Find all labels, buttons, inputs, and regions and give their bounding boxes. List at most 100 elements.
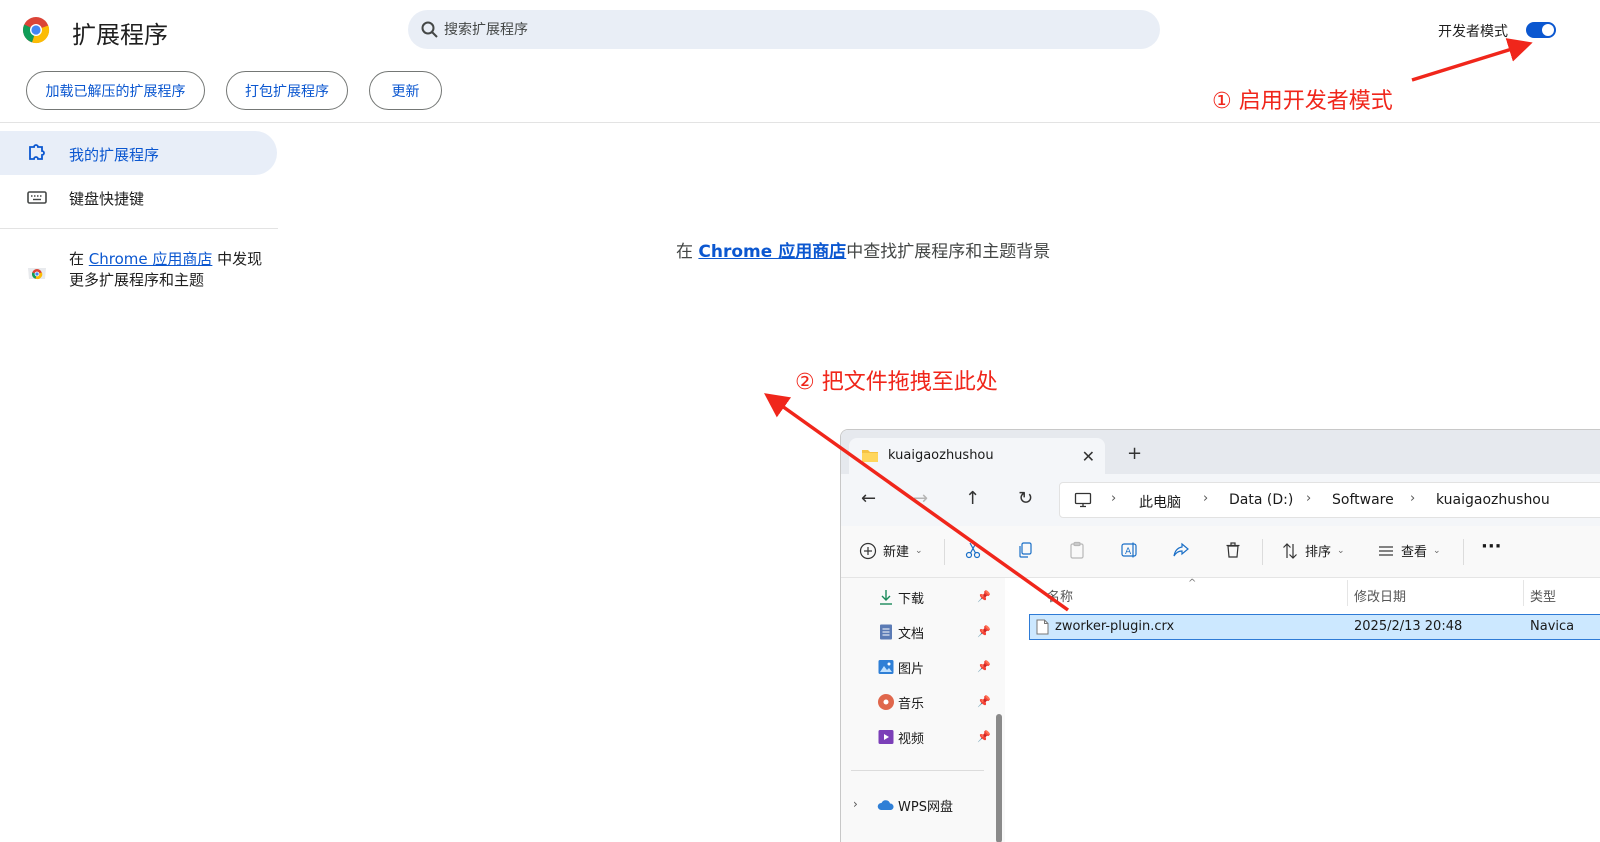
close-icon[interactable]: ✕ xyxy=(1082,447,1095,466)
nav-divider xyxy=(851,770,984,771)
explorer-tab[interactable]: kuaigaozhushou ✕ xyxy=(849,438,1105,474)
file-row[interactable]: zworker-plugin.crx 2025/2/13 20:48 Navic… xyxy=(1029,614,1600,640)
breadcrumb-current-folder[interactable]: kuaigaozhushou xyxy=(1436,492,1550,508)
chevron-right-icon: › xyxy=(1306,491,1312,506)
nav-item-music[interactable]: 音乐 xyxy=(877,691,924,713)
nav-item-wps-cloud[interactable]: WPS网盘 xyxy=(877,794,953,816)
sort-button[interactable]: 排序 ⌄ xyxy=(1281,541,1345,560)
pin-icon[interactable]: 📌 xyxy=(977,695,991,708)
sort-icon xyxy=(1283,542,1297,559)
nav-label: 音乐 xyxy=(898,696,925,712)
computer-icon xyxy=(1074,492,1092,508)
document-icon xyxy=(880,624,892,640)
plus-circle-icon xyxy=(859,542,877,559)
column-header-modified[interactable]: 修改日期 xyxy=(1354,586,1406,605)
breadcrumb-drive[interactable]: Data (D:) xyxy=(1229,492,1293,508)
pin-icon[interactable]: 📌 xyxy=(977,730,991,743)
cut-button[interactable] xyxy=(964,541,982,559)
chevron-down-icon: ⌄ xyxy=(915,545,923,556)
address-bar[interactable]: › 此电脑 › Data (D:) › Software › kuaigaozh… xyxy=(1059,482,1600,518)
paste-button[interactable] xyxy=(1068,541,1086,559)
column-separator xyxy=(1523,580,1524,606)
view-button[interactable]: 查看 ⌄ xyxy=(1377,541,1441,560)
tab-title: kuaigaozhushou xyxy=(888,448,994,463)
chevron-down-icon: ⌄ xyxy=(1337,545,1345,556)
dev-mode-label: 开发者模式 xyxy=(1438,24,1508,40)
rename-button[interactable]: A xyxy=(1120,541,1138,559)
breadcrumb-software[interactable]: Software xyxy=(1332,492,1394,508)
file-explorer-window: kuaigaozhushou ✕ + ← → ↑ ↻ › 此电脑 › Data … xyxy=(840,429,1600,842)
chevron-right-icon: › xyxy=(1111,491,1117,506)
nav-label: WPS网盘 xyxy=(898,799,953,815)
share-button[interactable] xyxy=(1172,541,1190,559)
web-store-link[interactable]: Chrome 应用商店 xyxy=(89,250,213,268)
file-icon xyxy=(1036,619,1049,635)
more-options-button[interactable]: ··· xyxy=(1481,536,1502,557)
sidebar-item-label: 我的扩展程序 xyxy=(69,146,160,164)
music-icon xyxy=(878,694,894,710)
search-input[interactable] xyxy=(444,10,1144,49)
toggle-knob xyxy=(1542,24,1554,36)
delete-button[interactable] xyxy=(1224,541,1242,559)
chevron-right-icon[interactable]: › xyxy=(853,797,858,811)
nav-item-pictures[interactable]: 图片 xyxy=(877,656,924,678)
annotation-step-2: ② 把文件拖拽至此处 xyxy=(795,370,998,395)
sort-ascending-icon: ^ xyxy=(1188,578,1197,589)
new-tab-button[interactable]: + xyxy=(1127,443,1142,464)
chevron-down-icon: ⌄ xyxy=(1433,545,1441,556)
pack-extension-button[interactable]: 打包扩展程序 xyxy=(226,71,348,110)
sidebar-divider xyxy=(0,228,278,229)
search-icon xyxy=(421,21,438,38)
command-separator xyxy=(1262,539,1263,565)
nav-label: 文档 xyxy=(898,626,925,642)
folder-icon xyxy=(862,450,878,462)
up-arrow-icon[interactable]: ↑ xyxy=(965,488,980,509)
new-label: 新建 xyxy=(883,545,910,560)
explorer-navigation-pane: 下载 📌 文档 📌 图片 📌 音乐 📌 视频 📌 › WPS网盘 xyxy=(841,578,1005,842)
picture-icon xyxy=(878,660,894,674)
nav-label: 下载 xyxy=(898,591,925,607)
cloud-icon xyxy=(877,800,894,810)
new-button[interactable]: 新建 ⌄ xyxy=(859,541,923,560)
forward-arrow-icon[interactable]: → xyxy=(913,488,928,509)
empty-prefix: 在 xyxy=(676,242,699,262)
pin-icon[interactable]: 📌 xyxy=(977,660,991,673)
copy-icon xyxy=(1019,542,1032,558)
breadcrumb-this-pc[interactable]: 此电脑 xyxy=(1139,492,1181,512)
keyboard-icon xyxy=(27,191,47,204)
sidebar-item-label: 键盘快捷键 xyxy=(69,190,145,208)
search-bar[interactable] xyxy=(408,10,1160,49)
web-store-main-link[interactable]: Chrome 应用商店 xyxy=(698,242,846,262)
refresh-icon[interactable]: ↻ xyxy=(1018,488,1033,509)
column-header-name[interactable]: 名称 xyxy=(1047,586,1073,605)
share-icon xyxy=(1173,542,1189,557)
back-arrow-icon[interactable]: ← xyxy=(861,488,876,509)
update-button[interactable]: 更新 xyxy=(369,71,442,110)
pin-icon[interactable]: 📌 xyxy=(977,625,991,638)
load-unpacked-button[interactable]: 加载已解压的扩展程序 xyxy=(26,71,205,110)
nav-item-downloads[interactable]: 下载 xyxy=(877,586,924,608)
dev-mode-toggle[interactable] xyxy=(1526,22,1556,38)
video-icon xyxy=(878,730,894,744)
trash-icon xyxy=(1226,542,1240,558)
paste-icon xyxy=(1070,541,1084,559)
chevron-right-icon: › xyxy=(1410,491,1416,506)
sidebar-item-my-extensions[interactable]: 我的扩展程序 xyxy=(0,131,277,175)
arrow-to-dev-toggle xyxy=(1411,38,1533,82)
file-type: Navica xyxy=(1530,619,1575,634)
store-prefix: 在 xyxy=(69,250,89,268)
sidebar-item-keyboard-shortcuts[interactable]: 键盘快捷键 xyxy=(0,175,277,219)
nav-item-videos[interactable]: 视频 xyxy=(877,726,924,748)
view-label: 查看 xyxy=(1401,545,1428,560)
puzzle-icon xyxy=(29,144,45,160)
explorer-navbar: ← → ↑ ↻ › 此电脑 › Data (D:) › Software › k… xyxy=(841,474,1600,526)
pin-icon[interactable]: 📌 xyxy=(977,590,991,603)
command-separator xyxy=(1463,539,1464,565)
copy-button[interactable] xyxy=(1016,541,1034,559)
empty-state-text: 在 Chrome 应用商店中查找扩展程序和主题背景 xyxy=(676,237,1050,262)
explorer-command-bar: 新建 ⌄ A 排序 ⌄ 查看 ⌄ ··· xyxy=(841,526,1600,578)
nav-scrollbar[interactable] xyxy=(996,714,1002,842)
nav-item-documents[interactable]: 文档 xyxy=(877,621,924,643)
column-header-type[interactable]: 类型 xyxy=(1530,586,1556,605)
chrome-logo-icon xyxy=(22,17,50,44)
